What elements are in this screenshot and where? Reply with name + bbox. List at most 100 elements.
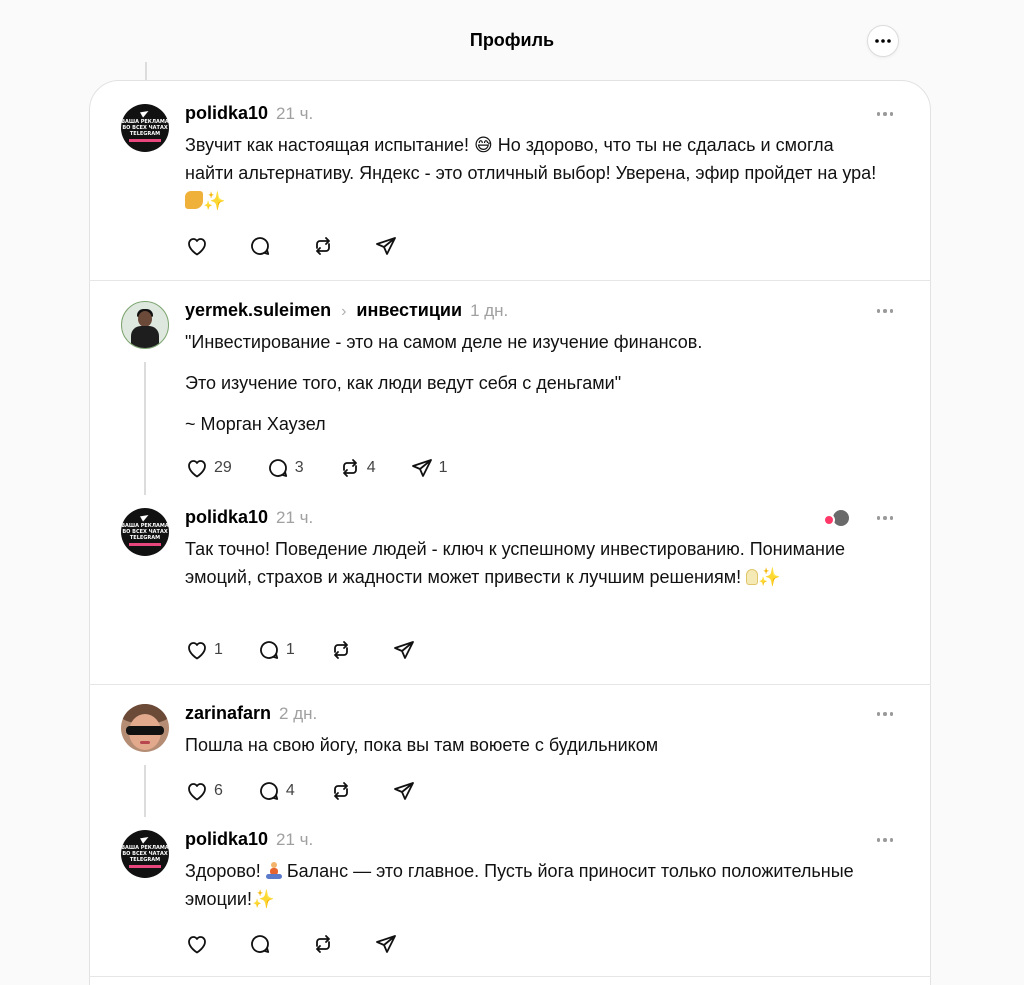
share-button[interactable] — [392, 637, 421, 663]
telegram-icon — [140, 834, 150, 844]
heart-icon — [188, 238, 206, 256]
post: zarinafarn 2 дн. Пошла на свою йогу, пок… — [90, 703, 930, 813]
comment-icon — [251, 935, 270, 953]
post: yermek.suleimen › инвестиции 1 дн. "Инве… — [90, 300, 930, 500]
telegram-icon — [140, 108, 150, 118]
post-more-icon[interactable] — [875, 508, 895, 528]
timestamp[interactable]: 21 ч. — [276, 830, 313, 850]
reply-button[interactable]: 3 — [266, 455, 304, 481]
like-button[interactable]: 1 — [185, 637, 223, 663]
comment-icon — [260, 641, 279, 659]
divider — [89, 976, 931, 977]
post: ВАША РЕКЛАМА ВО ВСЕХ ЧАТАХ TELEGRAM poli… — [90, 100, 930, 280]
repost-icon — [316, 237, 330, 255]
timestamp[interactable]: 1 дн. — [470, 301, 508, 321]
repost-button[interactable]: 4 — [338, 455, 376, 481]
reply-button[interactable]: 1 — [257, 637, 295, 663]
username[interactable]: polidka10 — [185, 829, 268, 850]
post-more-icon[interactable] — [875, 830, 895, 850]
timestamp[interactable]: 2 дн. — [279, 704, 317, 724]
repost-button[interactable] — [329, 778, 358, 804]
thread-line — [145, 62, 147, 80]
heart-icon — [188, 460, 206, 478]
avatar[interactable] — [121, 301, 169, 349]
send-icon — [411, 459, 432, 477]
reply-button[interactable] — [248, 233, 277, 259]
share-button[interactable] — [374, 233, 403, 259]
repost-icon — [333, 641, 348, 659]
muscle-emoji-icon — [185, 191, 203, 209]
avatar[interactable]: ВАША РЕКЛАМА ВО ВСЕХ ЧАТАХ TELEGRAM — [121, 104, 169, 152]
sparkles-emoji-icon: ✨ — [203, 191, 226, 211]
username[interactable]: zarinafarn — [185, 703, 271, 724]
share-count: 1 — [438, 459, 448, 476]
username[interactable]: yermek.suleimen — [185, 300, 331, 321]
send-icon — [376, 935, 396, 953]
like-count: 29 — [214, 459, 232, 476]
post: ВАША РЕКЛАМА ВО ВСЕХ ЧАТАХ TELEGRAM poli… — [90, 507, 930, 682]
avatar[interactable] — [121, 704, 169, 752]
repost-button[interactable] — [311, 931, 340, 957]
reply-button[interactable] — [248, 931, 277, 957]
username[interactable]: polidka10 — [185, 103, 268, 124]
sparkles-emoji-icon: ✨ — [758, 567, 781, 587]
like-count: 6 — [214, 782, 223, 799]
share-button[interactable] — [392, 778, 421, 804]
repost-icon — [333, 782, 348, 800]
reply-count: 1 — [285, 641, 295, 658]
chevron-right-icon: › — [341, 303, 347, 320]
send-icon — [376, 237, 396, 255]
reply-count: 3 — [294, 459, 304, 476]
thread-line — [144, 765, 146, 817]
post-actions: 1 1 — [185, 637, 455, 663]
avatar[interactable]: ВАША РЕКЛАМА ВО ВСЕХ ЧАТАХ TELEGRAM — [121, 508, 169, 556]
post-actions — [185, 931, 437, 957]
share-button[interactable] — [374, 931, 403, 957]
timestamp[interactable]: 21 ч. — [276, 508, 313, 528]
top-bar: Профиль — [0, 0, 1024, 82]
more-options-button[interactable] — [867, 25, 899, 57]
topic-tag[interactable]: инвестиции — [356, 300, 462, 321]
telegram-icon — [140, 512, 150, 522]
repost-button[interactable] — [311, 233, 340, 259]
send-icon — [393, 641, 414, 659]
repost-button[interactable] — [329, 637, 358, 663]
post-actions: 29 3 4 1 — [185, 455, 482, 481]
share-button[interactable]: 1 — [410, 455, 448, 481]
repost-icon — [342, 459, 357, 477]
post-text: "Инвестирование - это на самом деле не и… — [185, 332, 703, 434]
post-more-icon[interactable] — [875, 301, 895, 321]
like-button[interactable] — [185, 931, 214, 957]
like-button[interactable]: 6 — [185, 778, 223, 804]
post: ВАША РЕКЛАМА ВО ВСЕХ ЧАТАХ TELEGRAM poli… — [90, 829, 930, 979]
avatar-ad-text: ВАША РЕКЛАМА ВО ВСЕХ ЧАТАХ TELEGRAM — [121, 523, 169, 541]
post-actions: 6 4 — [185, 778, 455, 804]
divider — [89, 684, 931, 685]
send-icon — [393, 782, 414, 800]
heart-icon — [188, 936, 206, 954]
divider — [89, 280, 931, 281]
avatar[interactable]: ВАША РЕКЛАМА ВО ВСЕХ ЧАТАХ TELEGRAM — [121, 830, 169, 878]
post-actions — [185, 233, 437, 259]
reply-count: 4 — [285, 782, 295, 799]
timestamp[interactable]: 21 ч. — [276, 104, 313, 124]
username[interactable]: polidka10 — [185, 507, 268, 528]
like-count: 1 — [214, 641, 223, 658]
like-button[interactable] — [185, 233, 214, 259]
repost-count: 4 — [366, 459, 376, 476]
post-more-icon[interactable] — [875, 704, 895, 724]
heart-icon — [188, 642, 206, 660]
lightbulb-emoji-icon — [746, 569, 759, 585]
sparkles-emoji-icon: ✨ — [252, 889, 275, 909]
comment-icon — [251, 237, 270, 255]
like-button[interactable]: 29 — [185, 455, 232, 481]
reply-button[interactable]: 4 — [257, 778, 295, 804]
repost-icon — [316, 935, 330, 953]
heart-icon — [188, 783, 206, 801]
post-more-icon[interactable] — [875, 104, 895, 124]
post-text: Так точно! Поведение людей - ключ к успе… — [185, 539, 846, 587]
liked-by-avatars[interactable] — [823, 508, 853, 528]
comment-icon — [260, 782, 279, 800]
avatar-ad-text: ВАША РЕКЛАМА ВО ВСЕХ ЧАТАХ TELEGRAM — [121, 119, 169, 137]
heart-badge-icon — [823, 514, 835, 526]
